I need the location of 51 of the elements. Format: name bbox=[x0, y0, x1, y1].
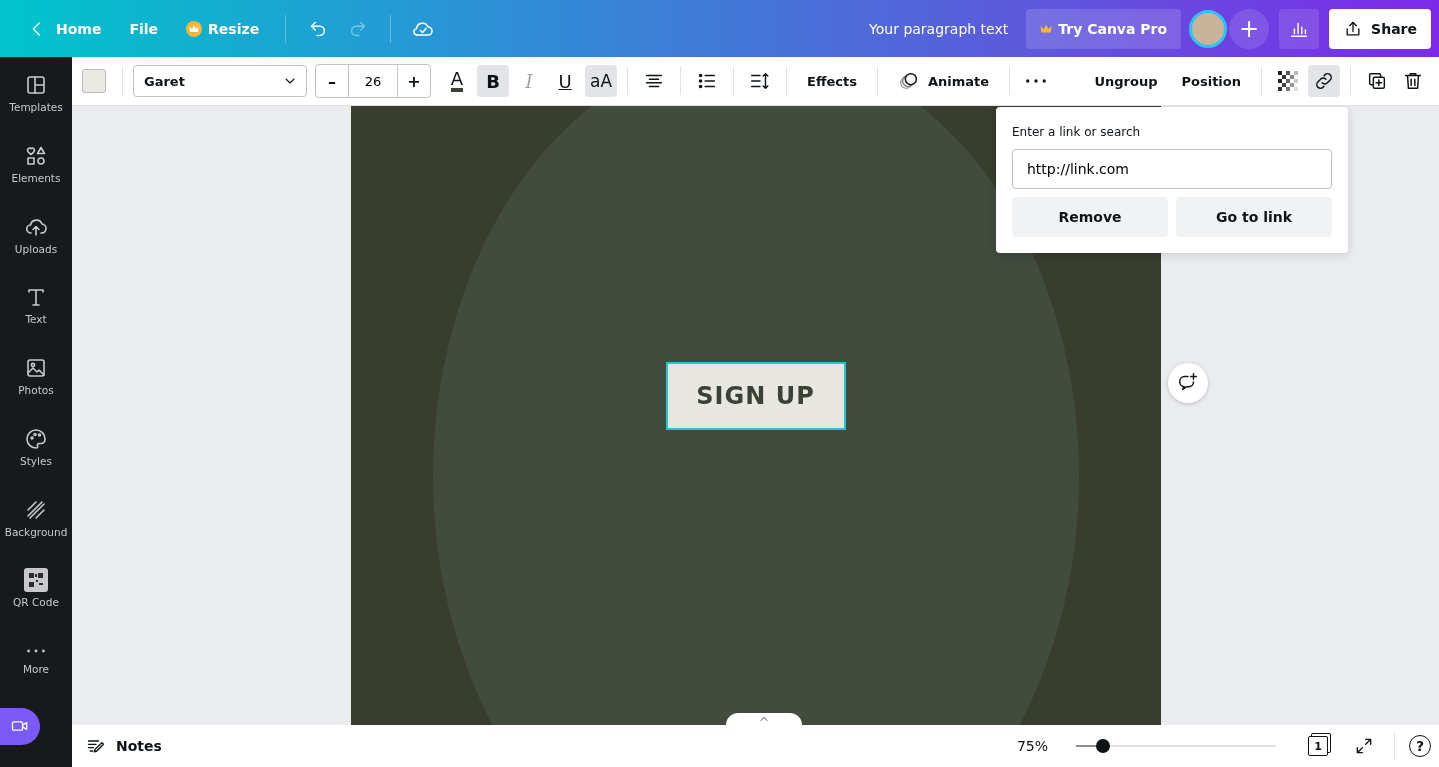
bold-button[interactable]: B bbox=[477, 65, 509, 97]
link-field[interactable]: http://link.com bbox=[1012, 149, 1332, 189]
crown-icon bbox=[186, 20, 203, 37]
effects-button[interactable]: Effects bbox=[797, 65, 867, 97]
zoom-slider[interactable] bbox=[1076, 739, 1276, 753]
sidebar-item[interactable]: Uploads bbox=[0, 212, 72, 284]
avatar[interactable] bbox=[1189, 9, 1228, 48]
position-button[interactable]: Position bbox=[1171, 65, 1251, 97]
sidebar-item[interactable]: Text bbox=[0, 283, 72, 354]
link-icon[interactable] bbox=[1308, 65, 1340, 97]
show-pages-button[interactable] bbox=[726, 713, 802, 725]
animate-button[interactable]: Animate bbox=[887, 65, 999, 97]
ungroup-button[interactable]: Ungroup bbox=[1084, 65, 1168, 97]
text-color-button[interactable]: A bbox=[441, 65, 473, 97]
page-count-button[interactable]: 1 bbox=[1308, 736, 1328, 756]
zoom-percent[interactable]: 75% bbox=[1016, 738, 1048, 754]
sidebar-item[interactable]: Elements bbox=[0, 141, 72, 213]
sidebar-item[interactable]: More bbox=[0, 637, 72, 708]
sign-up-button[interactable]: SIGN UP bbox=[665, 362, 846, 430]
more-icon bbox=[27, 649, 45, 653]
notes-button[interactable]: Notes bbox=[86, 736, 162, 756]
more-icon[interactable] bbox=[1026, 79, 1046, 83]
font-size-stepper[interactable]: – 26 + bbox=[315, 64, 431, 98]
color-swatch[interactable] bbox=[82, 69, 106, 93]
sidebar-item[interactable]: Templates bbox=[0, 71, 72, 142]
slider-thumb[interactable] bbox=[1096, 739, 1110, 753]
link-label: Enter a link or search bbox=[1012, 125, 1142, 139]
sidebar-item[interactable]: QR Code bbox=[0, 566, 72, 637]
font-size-field[interactable]: 26 bbox=[348, 65, 398, 97]
add-comment-button[interactable] bbox=[1168, 363, 1208, 403]
document-title[interactable]: Your paragraph text bbox=[869, 20, 1009, 37]
animate-icon bbox=[897, 70, 920, 92]
remove-button[interactable]: Remove bbox=[1012, 197, 1168, 237]
underline-button[interactable]: U bbox=[549, 65, 581, 97]
sidebar-item[interactable]: Photos bbox=[0, 354, 72, 425]
bar-chart-icon[interactable] bbox=[1279, 8, 1320, 49]
sidebar-item[interactable]: Styles bbox=[0, 424, 72, 496]
template-icon bbox=[24, 73, 48, 97]
video-button[interactable] bbox=[0, 707, 40, 746]
sidebar-item[interactable]: Background bbox=[0, 495, 72, 567]
font-dropdown[interactable]: Garet bbox=[133, 65, 307, 97]
image-icon bbox=[24, 356, 48, 380]
palette-icon bbox=[24, 426, 48, 451]
add-people-button[interactable]: + bbox=[1229, 8, 1270, 49]
qr-code-icon bbox=[24, 568, 48, 593]
letter-case-button[interactable]: aA bbox=[585, 65, 617, 97]
go-to-link-button[interactable]: Go to link bbox=[1176, 197, 1332, 237]
decrease-button[interactable]: – bbox=[316, 65, 348, 97]
try-pro-button[interactable]: Try Canva Pro bbox=[1026, 8, 1182, 49]
share-button[interactable]: Share bbox=[1329, 8, 1431, 49]
increase-button[interactable]: + bbox=[398, 65, 430, 97]
